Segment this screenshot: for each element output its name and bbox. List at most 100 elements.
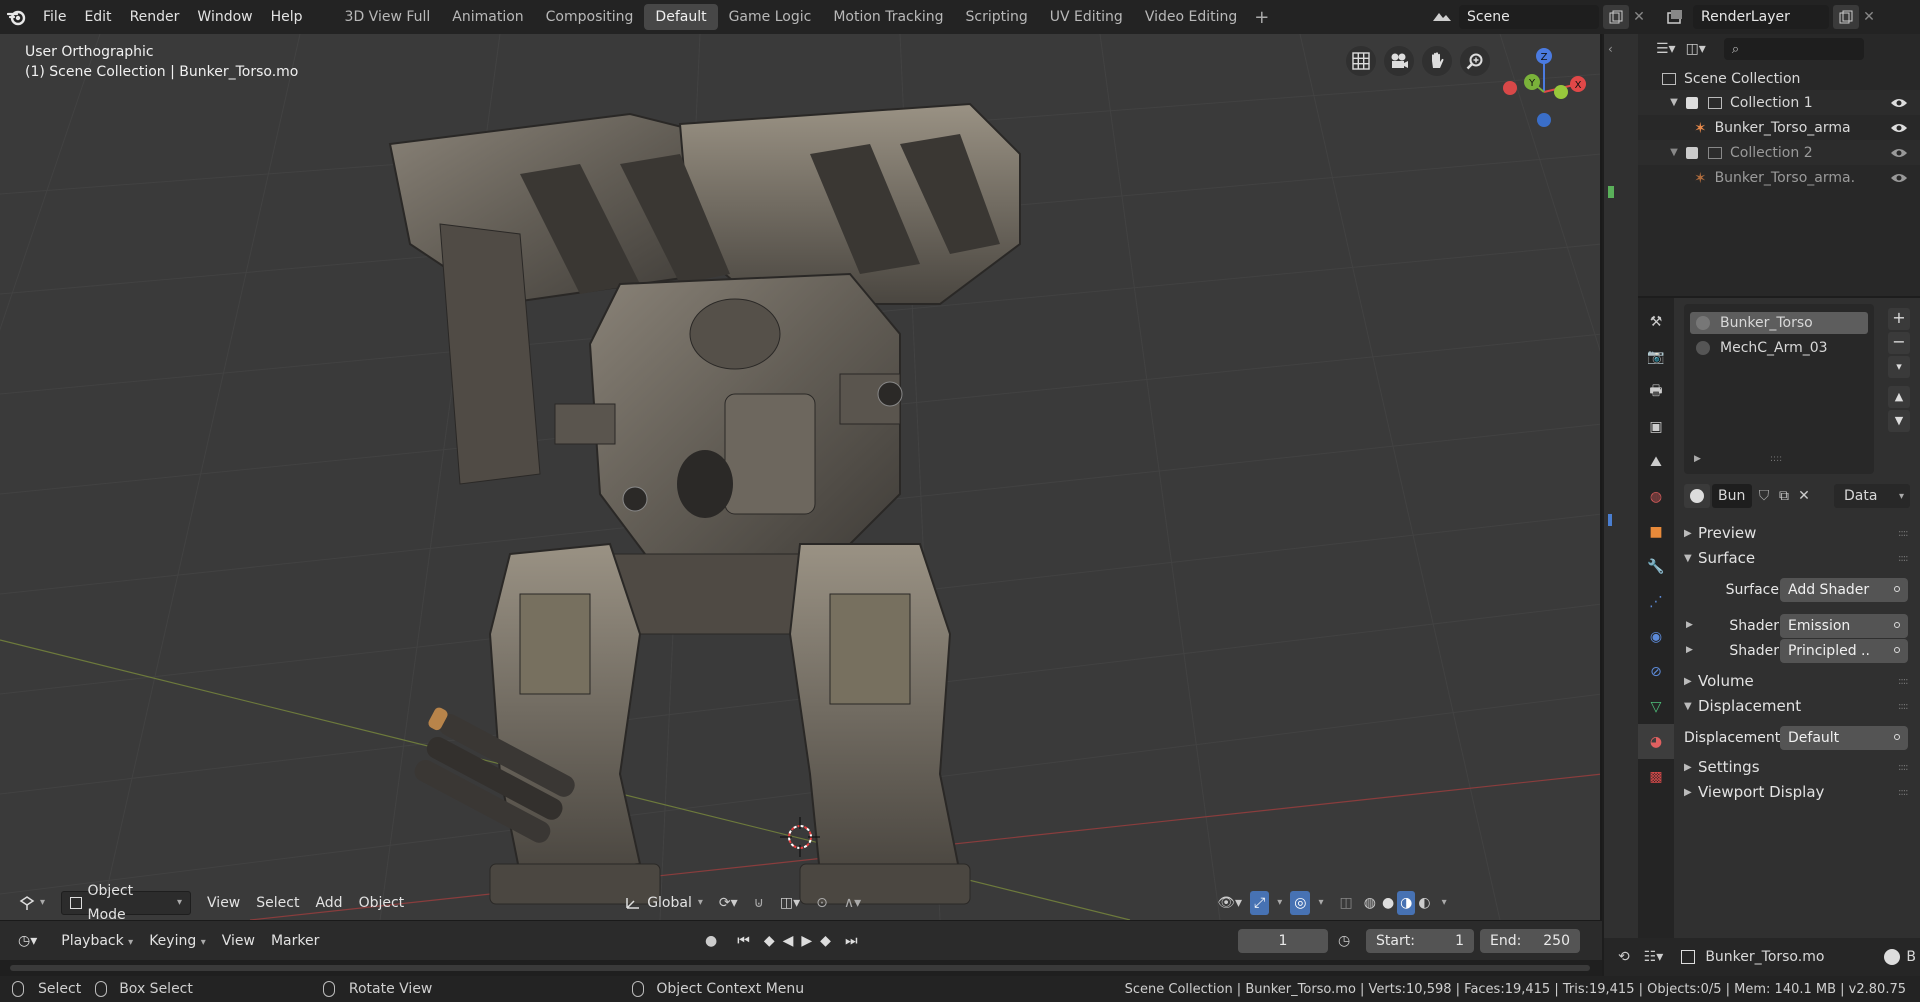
3d-cursor-icon[interactable] bbox=[780, 817, 820, 857]
rendered-shading-icon[interactable]: ◐ bbox=[1415, 891, 1433, 915]
tab-physics[interactable]: ◉ bbox=[1638, 619, 1674, 654]
outliner-filter-icon[interactable]: ◫▾ bbox=[1686, 41, 1706, 57]
snap-icon[interactable]: ⊍ bbox=[746, 891, 772, 915]
drag-handle-icon[interactable]: :::: bbox=[1898, 553, 1912, 564]
shading-dropdown-icon[interactable]: ▾ bbox=[1434, 891, 1455, 915]
tab-uv-editing[interactable]: UV Editing bbox=[1039, 4, 1134, 30]
eye-icon[interactable] bbox=[1890, 172, 1908, 184]
panel-displacement[interactable]: ▼ Displacement bbox=[1684, 693, 1801, 719]
outliner-row-scene-collection[interactable]: Scene Collection bbox=[1638, 66, 1920, 91]
duplicate-material-icon[interactable]: ⧉ bbox=[1774, 484, 1794, 508]
menu-help[interactable]: Help bbox=[262, 0, 312, 34]
menu-object[interactable]: Object bbox=[351, 891, 413, 915]
move-slot-up-button[interactable]: ▲ bbox=[1888, 386, 1910, 408]
gizmo-dropdown-icon[interactable]: ▾ bbox=[1269, 891, 1290, 915]
drag-handle-icon[interactable]: :::: bbox=[1898, 787, 1912, 798]
tab-animation[interactable]: Animation bbox=[441, 4, 534, 30]
view-layer-field[interactable]: RenderLayer bbox=[1693, 5, 1829, 29]
material-slot-mechc-arm-03[interactable]: MechC_Arm_03 bbox=[1690, 337, 1868, 359]
timeline-view-menu[interactable]: View bbox=[214, 929, 263, 953]
outliner-display-mode-icon[interactable]: ☰▾ bbox=[1656, 41, 1676, 57]
navigation-gizmo[interactable]: Z X Y bbox=[1494, 42, 1594, 142]
eye-icon[interactable] bbox=[1890, 147, 1908, 159]
eye-icon[interactable] bbox=[1890, 97, 1908, 109]
marker-menu[interactable]: Marker bbox=[263, 929, 327, 953]
falloff-icon[interactable]: ∧▾ bbox=[836, 891, 869, 915]
xray-icon[interactable]: ◫ bbox=[1331, 891, 1360, 915]
3d-viewport[interactable]: User Orthographic (1) Scene Collection |… bbox=[0, 34, 1602, 920]
menu-select[interactable]: Select bbox=[248, 891, 307, 915]
outliner-row-collection-1[interactable]: ▼ Collection 1 bbox=[1638, 90, 1920, 115]
resize-grip-icon[interactable]: :::: bbox=[1770, 454, 1782, 464]
camera-view-icon[interactable] bbox=[1384, 46, 1414, 76]
overlays-toggle-icon[interactable]: ◎ bbox=[1290, 891, 1311, 915]
jump-end-icon[interactable]: ⏭ bbox=[837, 929, 866, 953]
material-shading-icon[interactable]: ◑ bbox=[1397, 891, 1416, 915]
tab-material[interactable]: ◕ bbox=[1638, 724, 1674, 759]
drag-handle-icon[interactable]: :::: bbox=[1898, 762, 1912, 773]
expand-arrow-icon[interactable]: ▶ bbox=[1694, 454, 1701, 464]
snap-target-icon[interactable]: ◫▾ bbox=[772, 891, 808, 915]
jump-start-icon[interactable]: ⏮ bbox=[729, 929, 758, 953]
jump-keyframe-back-icon[interactable]: ◆ bbox=[762, 929, 777, 953]
tab-game-logic[interactable]: Game Logic bbox=[718, 4, 823, 30]
move-slot-down-button[interactable]: ▼ bbox=[1888, 410, 1910, 432]
drag-handle-icon[interactable]: :::: bbox=[1898, 528, 1912, 539]
tab-3d-view-full[interactable]: 3D View Full bbox=[334, 4, 442, 30]
tab-scene[interactable]: ⛰ bbox=[1638, 444, 1674, 479]
outliner-row-bunker-torso-arma-001[interactable]: ✶ Bunker_Torso_arma.0( bbox=[1638, 165, 1920, 190]
tab-texture[interactable]: ▩ bbox=[1638, 759, 1674, 794]
zoom-icon[interactable] bbox=[1460, 46, 1490, 76]
outliner-search-input[interactable]: ⌕ bbox=[1723, 38, 1864, 60]
outliner-row-bunker-torso-arma[interactable]: ✶ Bunker_Torso_arma bbox=[1638, 115, 1920, 140]
tab-particles[interactable]: ⋰ bbox=[1638, 584, 1674, 619]
tab-output[interactable]: 🖶 bbox=[1638, 374, 1674, 409]
playback-menu[interactable]: Playback ▾ bbox=[53, 929, 141, 953]
overlays-dropdown-icon[interactable]: ▾ bbox=[1310, 891, 1331, 915]
drag-handle-icon[interactable]: :::: bbox=[1898, 676, 1912, 687]
play-reverse-icon[interactable]: ◀ bbox=[781, 929, 796, 953]
menu-render[interactable]: Render bbox=[121, 0, 189, 34]
keying-menu[interactable]: Keying ▾ bbox=[141, 929, 214, 953]
grid-view-icon[interactable] bbox=[1346, 46, 1376, 76]
menu-window[interactable]: Window bbox=[188, 0, 261, 34]
fake-user-icon[interactable]: ⛉ bbox=[1754, 484, 1774, 508]
jump-keyframe-forward-icon[interactable]: ◆ bbox=[818, 929, 833, 953]
object-mode-dropdown[interactable]: Object Mode ▾ bbox=[61, 883, 192, 920]
shader-1-field[interactable]: Emission bbox=[1780, 614, 1908, 638]
checkbox-icon[interactable] bbox=[1686, 146, 1698, 159]
expand-arrow-icon[interactable]: ▼ bbox=[1662, 97, 1686, 108]
panel-viewport-display[interactable]: ▶ Viewport Display bbox=[1684, 779, 1824, 805]
checkbox-icon[interactable] bbox=[1686, 96, 1698, 109]
gizmo-toggle-icon[interactable]: ⤢ bbox=[1250, 891, 1270, 915]
timeline-editor-icon[interactable]: ◷▾ bbox=[10, 929, 45, 953]
tab-tool[interactable]: ⚒ bbox=[1638, 304, 1674, 339]
tab-data[interactable]: ▽ bbox=[1638, 689, 1674, 724]
transform-orientation-dropdown[interactable]: Global ▾ bbox=[617, 891, 711, 915]
scene-field[interactable]: Scene bbox=[1459, 5, 1599, 29]
panel-preview[interactable]: ▶ Preview bbox=[1684, 520, 1756, 546]
tab-render[interactable]: 📷 bbox=[1638, 339, 1674, 374]
material-browse-icon[interactable] bbox=[1684, 484, 1710, 508]
material-slot-bunker-torso[interactable]: Bunker_Torso bbox=[1690, 312, 1868, 334]
editor-type-icon[interactable]: ☷▾ bbox=[1644, 949, 1664, 965]
tab-compositing[interactable]: Compositing bbox=[535, 4, 645, 30]
tab-constraints[interactable]: ⊘ bbox=[1638, 654, 1674, 689]
blender-logo-icon[interactable] bbox=[0, 0, 34, 34]
timeline-scrollbar[interactable] bbox=[10, 965, 1590, 971]
sync-icon[interactable]: ⟲ bbox=[1618, 949, 1630, 965]
unlink-material-icon[interactable]: ✕ bbox=[1794, 484, 1814, 508]
outliner-row-collection-2[interactable]: ▼ Collection 2 bbox=[1638, 140, 1920, 165]
tab-world[interactable]: ◍ bbox=[1638, 479, 1674, 514]
add-workspace-button[interactable]: + bbox=[1248, 7, 1275, 28]
start-frame-field[interactable]: Start: 1 bbox=[1366, 928, 1474, 953]
slot-specials-button[interactable]: ▾ bbox=[1888, 356, 1910, 378]
expand-arrow-icon[interactable]: ▼ bbox=[1662, 147, 1686, 158]
drag-handle-icon[interactable]: :::: bbox=[1898, 701, 1912, 712]
add-slot-button[interactable]: + bbox=[1888, 308, 1910, 330]
end-frame-field[interactable]: End: 250 bbox=[1480, 928, 1580, 953]
auto-clock-icon[interactable]: ◷ bbox=[1338, 933, 1350, 949]
editor-type-icon[interactable]: ▾ bbox=[10, 891, 53, 915]
panel-surface[interactable]: ▼ Surface bbox=[1684, 545, 1755, 571]
delete-view-layer-icon[interactable]: ✕ bbox=[1859, 9, 1879, 25]
